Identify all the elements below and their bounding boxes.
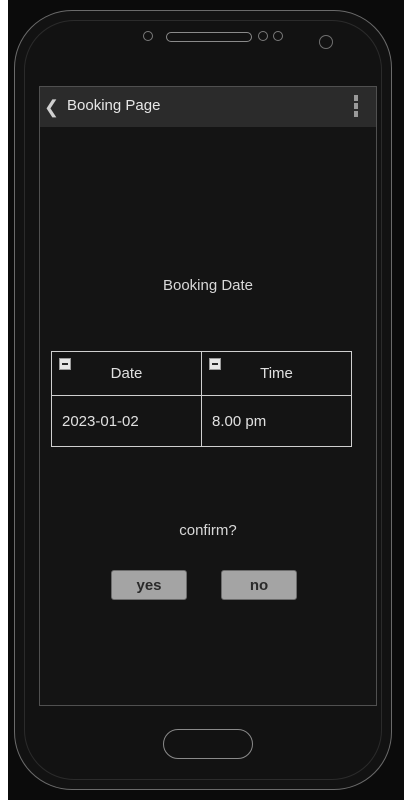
time-cell: 8.00 pm bbox=[201, 395, 352, 447]
minus-box-icon[interactable] bbox=[209, 358, 221, 370]
sensor-dot bbox=[258, 31, 268, 41]
time-column-header: Time bbox=[201, 351, 352, 396]
home-button[interactable] bbox=[163, 729, 253, 759]
vertical-ellipsis-icon[interactable] bbox=[352, 95, 360, 121]
app-bar: ❮ Booking Page bbox=[40, 87, 376, 127]
chevron-left-icon[interactable]: ❮ bbox=[44, 97, 59, 117]
speaker-grille bbox=[166, 32, 252, 42]
booking-date-heading: Booking Date bbox=[162, 277, 254, 294]
front-camera bbox=[319, 35, 333, 49]
sensor-dot bbox=[143, 31, 153, 41]
page-title: Booking Page bbox=[67, 97, 161, 114]
date-cell: 2023-01-02 bbox=[51, 395, 202, 447]
table-row: 2023-01-02 8.00 pm bbox=[51, 395, 352, 447]
no-button[interactable]: no bbox=[221, 570, 297, 600]
minus-box-icon[interactable] bbox=[59, 358, 71, 370]
sensor-dot bbox=[273, 31, 283, 41]
column-label: Time bbox=[260, 365, 293, 382]
yes-button[interactable]: yes bbox=[111, 570, 187, 600]
booking-table: Date Time 2023-01-02 8.00 pm bbox=[51, 351, 352, 447]
table-header-row: Date Time bbox=[51, 351, 352, 396]
app-screen: ❮ Booking Page Booking Date Date Time 20… bbox=[39, 86, 377, 706]
confirm-prompt: confirm? bbox=[179, 522, 237, 539]
column-label: Date bbox=[110, 365, 143, 382]
date-column-header: Date bbox=[51, 351, 202, 396]
